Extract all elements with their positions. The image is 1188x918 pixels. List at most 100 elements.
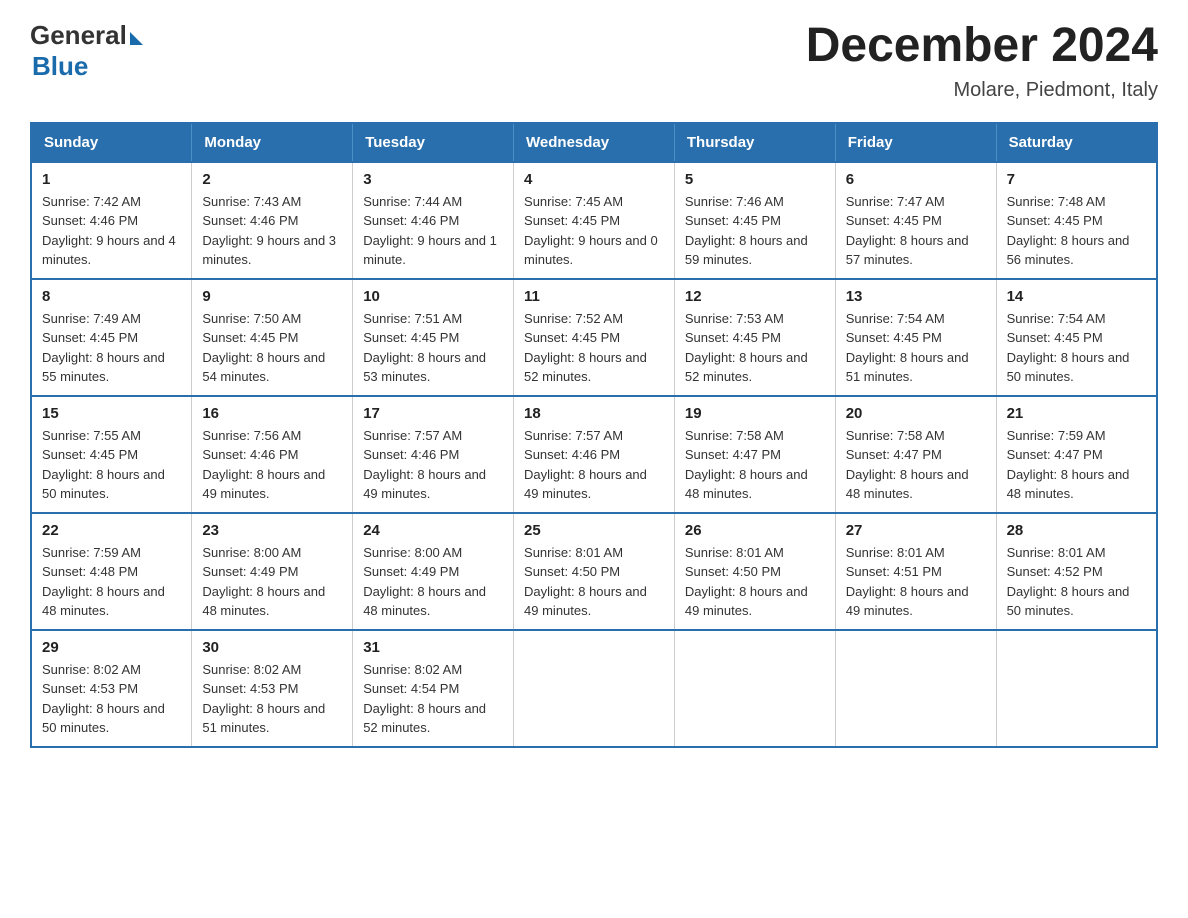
day-info: Sunrise: 8:00 AMSunset: 4:49 PMDaylight:… bbox=[363, 545, 486, 619]
day-info: Sunrise: 8:01 AMSunset: 4:50 PMDaylight:… bbox=[685, 545, 808, 619]
day-number: 31 bbox=[363, 639, 503, 656]
calendar-cell: 9 Sunrise: 7:50 AMSunset: 4:45 PMDaylight… bbox=[192, 279, 353, 396]
day-info: Sunrise: 7:57 AMSunset: 4:46 PMDaylight:… bbox=[363, 428, 486, 502]
day-info: Sunrise: 7:55 AMSunset: 4:45 PMDaylight:… bbox=[42, 428, 165, 502]
day-info: Sunrise: 7:42 AMSunset: 4:46 PMDaylight:… bbox=[42, 194, 176, 268]
calendar-cell: 10 Sunrise: 7:51 AMSunset: 4:45 PMDayligh… bbox=[353, 279, 514, 396]
day-number: 11 bbox=[524, 288, 664, 305]
day-number: 1 bbox=[42, 171, 181, 188]
calendar-cell: 8 Sunrise: 7:49 AMSunset: 4:45 PMDaylight… bbox=[31, 279, 192, 396]
calendar-cell: 3Sunrise: 7:44 AMSunset: 4:46 PMDaylight… bbox=[353, 162, 514, 279]
day-info: Sunrise: 8:02 AMSunset: 4:53 PMDaylight:… bbox=[202, 662, 325, 736]
header-monday: Monday bbox=[192, 123, 353, 162]
calendar-cell: 19 Sunrise: 7:58 AMSunset: 4:47 PMDayligh… bbox=[674, 396, 835, 513]
day-info: Sunrise: 7:45 AMSunset: 4:45 PMDaylight:… bbox=[524, 194, 658, 268]
calendar-cell bbox=[996, 630, 1157, 747]
day-info: Sunrise: 7:51 AMSunset: 4:45 PMDaylight:… bbox=[363, 311, 486, 385]
day-info: Sunrise: 7:49 AMSunset: 4:45 PMDaylight:… bbox=[42, 311, 165, 385]
calendar-cell: 18Sunrise: 7:57 AMSunset: 4:46 PMDayligh… bbox=[514, 396, 675, 513]
calendar-cell: 28Sunrise: 8:01 AMSunset: 4:52 PMDayligh… bbox=[996, 513, 1157, 630]
calendar-cell: 24 Sunrise: 8:00 AMSunset: 4:49 PMDayligh… bbox=[353, 513, 514, 630]
day-info: Sunrise: 7:58 AMSunset: 4:47 PMDaylight:… bbox=[685, 428, 808, 502]
calendar-week-3: 15 Sunrise: 7:55 AMSunset: 4:45 PMDayligh… bbox=[31, 396, 1157, 513]
calendar-cell: 2Sunrise: 7:43 AMSunset: 4:46 PMDaylight… bbox=[192, 162, 353, 279]
day-info: Sunrise: 8:00 AMSunset: 4:49 PMDaylight:… bbox=[202, 545, 325, 619]
day-number: 9 bbox=[202, 288, 342, 305]
day-number: 26 bbox=[685, 522, 825, 539]
day-number: 15 bbox=[42, 405, 181, 422]
day-number: 21 bbox=[1007, 405, 1146, 422]
day-info: Sunrise: 8:02 AMSunset: 4:54 PMDaylight:… bbox=[363, 662, 486, 736]
day-number: 4 bbox=[524, 171, 664, 188]
day-number: 3 bbox=[363, 171, 503, 188]
calendar-cell: 22 Sunrise: 7:59 AMSunset: 4:48 PMDayligh… bbox=[31, 513, 192, 630]
day-info: Sunrise: 8:02 AMSunset: 4:53 PMDaylight:… bbox=[42, 662, 165, 736]
day-number: 29 bbox=[42, 639, 181, 656]
calendar-cell bbox=[514, 630, 675, 747]
day-number: 6 bbox=[846, 171, 986, 188]
calendar-cell: 12 Sunrise: 7:53 AMSunset: 4:45 PMDayligh… bbox=[674, 279, 835, 396]
day-number: 24 bbox=[363, 522, 503, 539]
logo: General Blue bbox=[30, 20, 143, 82]
day-number: 23 bbox=[202, 522, 342, 539]
page-header: General Blue December 2024 Molare, Piedm… bbox=[30, 20, 1158, 102]
day-number: 16 bbox=[202, 405, 342, 422]
calendar-cell: 16 Sunrise: 7:56 AMSunset: 4:46 PMDayligh… bbox=[192, 396, 353, 513]
calendar-subtitle: Molare, Piedmont, Italy bbox=[806, 79, 1158, 102]
calendar-week-1: 1 Sunrise: 7:42 AMSunset: 4:46 PMDaylight… bbox=[31, 162, 1157, 279]
calendar-cell: 13Sunrise: 7:54 AMSunset: 4:45 PMDayligh… bbox=[835, 279, 996, 396]
header-wednesday: Wednesday bbox=[514, 123, 675, 162]
day-number: 7 bbox=[1007, 171, 1146, 188]
day-info: Sunrise: 8:01 AMSunset: 4:50 PMDaylight:… bbox=[524, 545, 647, 619]
calendar-cell: 30 Sunrise: 8:02 AMSunset: 4:53 PMDayligh… bbox=[192, 630, 353, 747]
day-info: Sunrise: 7:52 AMSunset: 4:45 PMDaylight:… bbox=[524, 311, 647, 385]
header-tuesday: Tuesday bbox=[353, 123, 514, 162]
day-info: Sunrise: 7:59 AMSunset: 4:47 PMDaylight:… bbox=[1007, 428, 1130, 502]
day-number: 17 bbox=[363, 405, 503, 422]
day-number: 28 bbox=[1007, 522, 1146, 539]
calendar-cell: 17 Sunrise: 7:57 AMSunset: 4:46 PMDayligh… bbox=[353, 396, 514, 513]
day-number: 12 bbox=[685, 288, 825, 305]
day-number: 8 bbox=[42, 288, 181, 305]
header-thursday: Thursday bbox=[674, 123, 835, 162]
header-sunday: Sunday bbox=[31, 123, 192, 162]
logo-text-general: General bbox=[30, 20, 127, 51]
day-number: 13 bbox=[846, 288, 986, 305]
day-number: 19 bbox=[685, 405, 825, 422]
logo-text-blue: Blue bbox=[32, 51, 143, 82]
day-info: Sunrise: 7:43 AMSunset: 4:46 PMDaylight:… bbox=[202, 194, 336, 268]
calendar-cell: 31 Sunrise: 8:02 AMSunset: 4:54 PMDayligh… bbox=[353, 630, 514, 747]
calendar-header-row: SundayMondayTuesdayWednesdayThursdayFrid… bbox=[31, 123, 1157, 162]
day-number: 14 bbox=[1007, 288, 1146, 305]
day-number: 22 bbox=[42, 522, 181, 539]
calendar-cell: 15 Sunrise: 7:55 AMSunset: 4:45 PMDayligh… bbox=[31, 396, 192, 513]
calendar-cell: 4 Sunrise: 7:45 AMSunset: 4:45 PMDaylight… bbox=[514, 162, 675, 279]
day-number: 18 bbox=[524, 405, 664, 422]
calendar-week-2: 8 Sunrise: 7:49 AMSunset: 4:45 PMDaylight… bbox=[31, 279, 1157, 396]
calendar-cell bbox=[835, 630, 996, 747]
calendar-cell: 23 Sunrise: 8:00 AMSunset: 4:49 PMDayligh… bbox=[192, 513, 353, 630]
day-info: Sunrise: 7:53 AMSunset: 4:45 PMDaylight:… bbox=[685, 311, 808, 385]
calendar-cell: 27 Sunrise: 8:01 AMSunset: 4:51 PMDayligh… bbox=[835, 513, 996, 630]
day-info: Sunrise: 7:50 AMSunset: 4:45 PMDaylight:… bbox=[202, 311, 325, 385]
calendar-cell: 1 Sunrise: 7:42 AMSunset: 4:46 PMDaylight… bbox=[31, 162, 192, 279]
calendar-cell: 7 Sunrise: 7:48 AMSunset: 4:45 PMDaylight… bbox=[996, 162, 1157, 279]
calendar-title: December 2024 bbox=[806, 20, 1158, 73]
day-number: 10 bbox=[363, 288, 503, 305]
calendar-cell: 5Sunrise: 7:46 AMSunset: 4:45 PMDaylight… bbox=[674, 162, 835, 279]
day-info: Sunrise: 7:58 AMSunset: 4:47 PMDaylight:… bbox=[846, 428, 969, 502]
day-number: 20 bbox=[846, 405, 986, 422]
calendar-cell: 14Sunrise: 7:54 AMSunset: 4:45 PMDayligh… bbox=[996, 279, 1157, 396]
calendar-cell: 21 Sunrise: 7:59 AMSunset: 4:47 PMDayligh… bbox=[996, 396, 1157, 513]
day-info: Sunrise: 7:48 AMSunset: 4:45 PMDaylight:… bbox=[1007, 194, 1130, 268]
day-info: Sunrise: 7:56 AMSunset: 4:46 PMDaylight:… bbox=[202, 428, 325, 502]
day-number: 30 bbox=[202, 639, 342, 656]
day-info: Sunrise: 8:01 AMSunset: 4:51 PMDaylight:… bbox=[846, 545, 969, 619]
day-number: 27 bbox=[846, 522, 986, 539]
day-number: 25 bbox=[524, 522, 664, 539]
header-saturday: Saturday bbox=[996, 123, 1157, 162]
calendar-cell bbox=[674, 630, 835, 747]
day-info: Sunrise: 7:59 AMSunset: 4:48 PMDaylight:… bbox=[42, 545, 165, 619]
calendar-cell: 26 Sunrise: 8:01 AMSunset: 4:50 PMDayligh… bbox=[674, 513, 835, 630]
calendar-cell: 20 Sunrise: 7:58 AMSunset: 4:47 PMDayligh… bbox=[835, 396, 996, 513]
